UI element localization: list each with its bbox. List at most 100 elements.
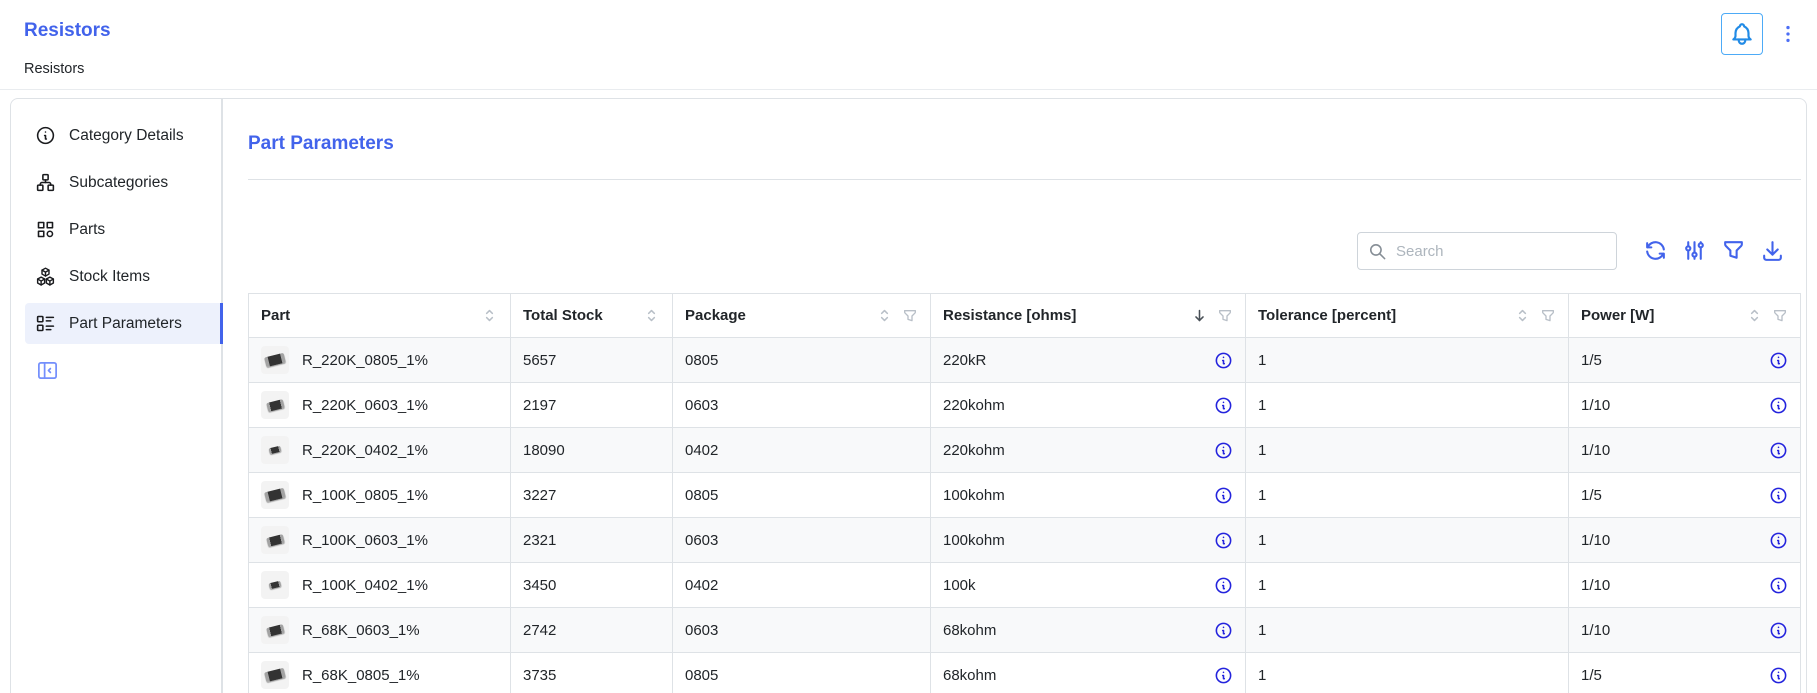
divider: [248, 179, 1801, 180]
info-icon: [1214, 531, 1233, 550]
category-detail-panel: Category Details Subcategories Parts Sto…: [10, 98, 1807, 693]
power-value: 1/10: [1581, 622, 1610, 639]
parameter-info-button[interactable]: [1769, 531, 1788, 550]
parameter-info-button[interactable]: [1214, 666, 1233, 685]
collapse-sidebar-button[interactable]: [35, 359, 59, 385]
table-settings-button[interactable]: [1682, 238, 1707, 264]
part-name: R_68K_0805_1%: [302, 667, 420, 684]
column-header-total-stock[interactable]: Total Stock: [511, 294, 673, 338]
sitemap-icon: [35, 172, 56, 193]
total-stock-cell: 18090: [511, 428, 673, 473]
parameter-info-button[interactable]: [1214, 621, 1233, 640]
table-row[interactable]: R_100K_0805_1% 3227 0805 100kohm 1 1/5: [249, 473, 1801, 518]
info-icon: [1214, 486, 1233, 505]
notifications-button[interactable]: [1721, 13, 1763, 55]
part-name: R_220K_0402_1%: [302, 442, 428, 459]
package-cell: 0805: [673, 338, 931, 383]
info-icon: [1769, 621, 1788, 640]
parameter-info-button[interactable]: [1214, 441, 1233, 460]
column-filter-icon[interactable]: [902, 308, 918, 324]
filter-icon: [1721, 238, 1746, 263]
tolerance-cell: 1: [1246, 383, 1569, 428]
search-input[interactable]: [1396, 243, 1606, 260]
table-row[interactable]: R_100K_0603_1% 2321 0603 100kohm 1 1/10: [249, 518, 1801, 563]
adjustments-icon: [1682, 238, 1707, 263]
part-thumbnail: [261, 436, 289, 464]
total-stock-cell: 2742: [511, 608, 673, 653]
parameter-info-button[interactable]: [1214, 531, 1233, 550]
column-label: Power [W]: [1581, 307, 1654, 324]
sidebar-collapse-icon: [36, 359, 59, 382]
parameter-info-button[interactable]: [1214, 396, 1233, 415]
parameter-info-button[interactable]: [1769, 351, 1788, 370]
table-header-row: Part Total Stock Package Resistance [ohm…: [249, 294, 1801, 338]
download-button[interactable]: [1760, 238, 1785, 264]
column-label: Resistance [ohms]: [943, 307, 1076, 324]
part-name: R_100K_0402_1%: [302, 577, 428, 594]
parameter-info-button[interactable]: [1214, 576, 1233, 595]
breadcrumb-item[interactable]: Resistors: [24, 61, 84, 77]
column-filter-icon[interactable]: [1217, 308, 1233, 324]
column-filter-icon[interactable]: [1540, 308, 1556, 324]
part-name: R_100K_0603_1%: [302, 532, 428, 549]
table-row[interactable]: R_68K_0805_1% 3735 0805 68kohm 1 1/5: [249, 653, 1801, 693]
table-row[interactable]: R_220K_0805_1% 5657 0805 220kR 1 1/5: [249, 338, 1801, 383]
refresh-button[interactable]: [1643, 238, 1668, 264]
info-icon: [1214, 576, 1233, 595]
sidebar-item-category-details[interactable]: Category Details: [25, 115, 221, 156]
search-icon: [1368, 242, 1387, 261]
column-label: Part: [261, 307, 290, 324]
tolerance-cell: 1: [1246, 338, 1569, 383]
power-value: 1/10: [1581, 577, 1610, 594]
sidebar-item-subcategories[interactable]: Subcategories: [25, 162, 221, 203]
resistance-value: 220kohm: [943, 397, 1005, 414]
total-stock-cell: 2321: [511, 518, 673, 563]
resistance-value: 100kohm: [943, 487, 1005, 504]
info-icon: [1214, 396, 1233, 415]
column-header-resistance[interactable]: Resistance [ohms]: [931, 294, 1246, 338]
table-row[interactable]: R_68K_0603_1% 2742 0603 68kohm 1 1/10: [249, 608, 1801, 653]
overflow-menu-button[interactable]: [1777, 13, 1799, 50]
sidebar-item-stock-items[interactable]: Stock Items: [25, 256, 221, 297]
parameter-info-button[interactable]: [1214, 351, 1233, 370]
power-value: 1/10: [1581, 442, 1610, 459]
sidebar-item-parts[interactable]: Parts: [25, 209, 221, 250]
part-thumbnail: [261, 571, 289, 599]
power-value: 1/10: [1581, 532, 1610, 549]
sort-selector-icon: [1514, 307, 1531, 324]
part-parameters-panel: Part Parameters: [223, 99, 1806, 693]
package-cell: 0603: [673, 608, 931, 653]
parameter-info-button[interactable]: [1214, 486, 1233, 505]
column-header-tolerance[interactable]: Tolerance [percent]: [1246, 294, 1569, 338]
table-row[interactable]: R_220K_0603_1% 2197 0603 220kohm 1 1/10: [249, 383, 1801, 428]
resistance-value: 68kohm: [943, 622, 996, 639]
total-stock-cell: 3227: [511, 473, 673, 518]
package-cell: 0402: [673, 428, 931, 473]
search-box: [1357, 232, 1617, 270]
info-circle-icon: [35, 125, 56, 146]
parameter-info-button[interactable]: [1769, 576, 1788, 595]
parameter-info-button[interactable]: [1769, 666, 1788, 685]
resistance-value: 100k: [943, 577, 976, 594]
bell-icon: [1729, 21, 1755, 47]
part-thumbnail: [261, 616, 289, 644]
column-header-power[interactable]: Power [W]: [1569, 294, 1801, 338]
parameter-info-button[interactable]: [1769, 396, 1788, 415]
sidebar-item-label: Part Parameters: [69, 315, 182, 333]
section-title: Part Parameters: [248, 133, 1801, 155]
column-header-package[interactable]: Package: [673, 294, 931, 338]
parameter-info-button[interactable]: [1769, 621, 1788, 640]
parameter-info-button[interactable]: [1769, 486, 1788, 505]
column-filter-icon[interactable]: [1772, 308, 1788, 324]
page-title: Resistors: [24, 20, 111, 42]
table-row[interactable]: R_100K_0402_1% 3450 0402 100k 1 1/10: [249, 563, 1801, 608]
table-row[interactable]: R_220K_0402_1% 18090 0402 220kohm 1 1/10: [249, 428, 1801, 473]
parameter-info-button[interactable]: [1769, 441, 1788, 460]
filter-button[interactable]: [1721, 238, 1746, 264]
column-header-part[interactable]: Part: [249, 294, 511, 338]
column-label: Total Stock: [523, 307, 603, 324]
part-thumbnail: [261, 526, 289, 554]
sidebar-item-part-parameters[interactable]: Part Parameters: [25, 303, 221, 344]
table-toolbar: [248, 232, 1801, 270]
part-thumbnail: [261, 481, 289, 509]
